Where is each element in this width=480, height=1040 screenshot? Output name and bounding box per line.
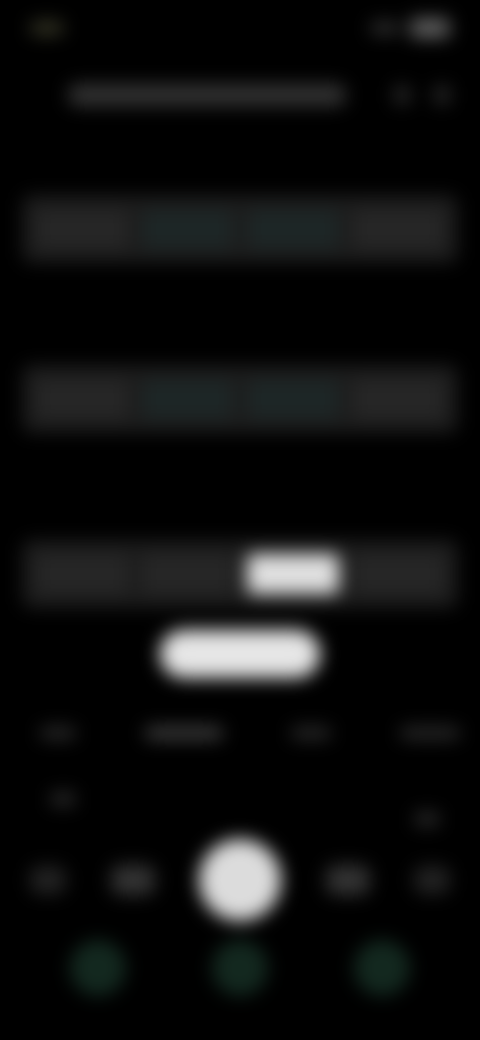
camera-controls (30, 839, 450, 921)
panel-2-seg-2 (141, 379, 233, 419)
status-indicator-left (30, 21, 64, 35)
title-icons (394, 86, 450, 104)
settings-icon[interactable] (414, 812, 440, 826)
panel-2-seg-4 (352, 379, 444, 419)
tab-2[interactable] (144, 727, 223, 739)
panel-1-seg-2 (141, 209, 233, 249)
nav-back-icon[interactable] (70, 940, 126, 996)
more-icon[interactable] (434, 86, 450, 104)
tab-1[interactable] (40, 727, 76, 739)
panel-2[interactable] (22, 365, 458, 433)
flash-icon[interactable] (50, 792, 76, 806)
panel-3[interactable] (22, 540, 458, 608)
panel-1-seg-4 (352, 209, 444, 249)
panel-3-seg-2 (141, 554, 233, 594)
nav-recent-icon[interactable] (354, 940, 410, 996)
tab-4[interactable] (399, 727, 460, 739)
signal-icon (370, 22, 400, 34)
page-title (68, 84, 346, 106)
mode-right-button[interactable] (325, 865, 370, 895)
panel-2-seg-3 (247, 379, 339, 419)
mode-left-button[interactable] (110, 865, 155, 895)
switch-camera-button[interactable] (414, 866, 450, 894)
camera-screen (0, 0, 480, 1040)
shutter-button[interactable] (199, 839, 281, 921)
nav-home-icon[interactable] (212, 940, 268, 996)
gallery-button[interactable] (30, 866, 66, 894)
panel-3-highlight[interactable] (247, 554, 339, 594)
panel-2-seg-1 (36, 379, 128, 419)
indicator-pill[interactable] (160, 630, 320, 678)
status-bar (30, 14, 450, 42)
title-row (68, 80, 450, 110)
status-right (370, 18, 450, 38)
mode-tabs (40, 718, 460, 748)
panel-1[interactable] (22, 195, 458, 263)
battery-icon (410, 18, 450, 38)
tab-3[interactable] (291, 727, 332, 739)
share-icon[interactable] (394, 86, 410, 104)
panel-3-seg-4 (352, 554, 444, 594)
navigation-bar (70, 940, 410, 1000)
panel-3-seg-1 (36, 554, 128, 594)
panel-1-seg-1 (36, 209, 128, 249)
panel-1-seg-3 (247, 209, 339, 249)
